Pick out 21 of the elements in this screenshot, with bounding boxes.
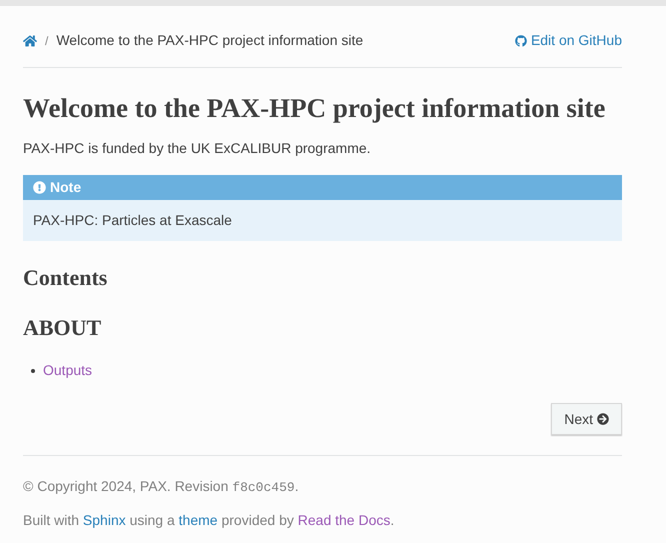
note-text: PAX-HPC: Particles at Exascale (32, 211, 233, 230)
contents-heading: Contents (23, 264, 108, 292)
edit-on-github-link[interactable]: Edit on GitHub (514, 30, 622, 51)
exclamation-icon (33, 181, 46, 194)
home-icon[interactable] (23, 34, 37, 48)
toc-link[interactable]: Outputs (43, 360, 92, 381)
footer-link[interactable]: Sphinx (82, 512, 126, 528)
footer-link[interactable]: theme (178, 512, 218, 528)
section-heading: ABOUT (23, 314, 102, 342)
copyright-text: © Copyright 2024, PAX. Revision f8c0c459. (23, 477, 300, 497)
breadcrumb-separator: / (45, 32, 48, 50)
intro-text: PAX-HPC is funded by the UK ExCALIBUR programme. (23, 139, 372, 158)
bullet-icon (31, 368, 35, 372)
github-icon (514, 34, 527, 46)
page-title: Welcome to the PAX-HPC project information site (23, 92, 606, 125)
breadcrumb-current: Welcome to the PAX-HPC project information site (56, 31, 364, 50)
next-button[interactable]: Next (551, 403, 622, 435)
footer-link[interactable]: Read the Docs (298, 512, 390, 528)
built-with-text: Built with Sphinx using a theme provided by Read the Docs. (23, 510, 396, 530)
arrow-right-icon (597, 413, 609, 425)
note-title: Note (50, 178, 82, 197)
